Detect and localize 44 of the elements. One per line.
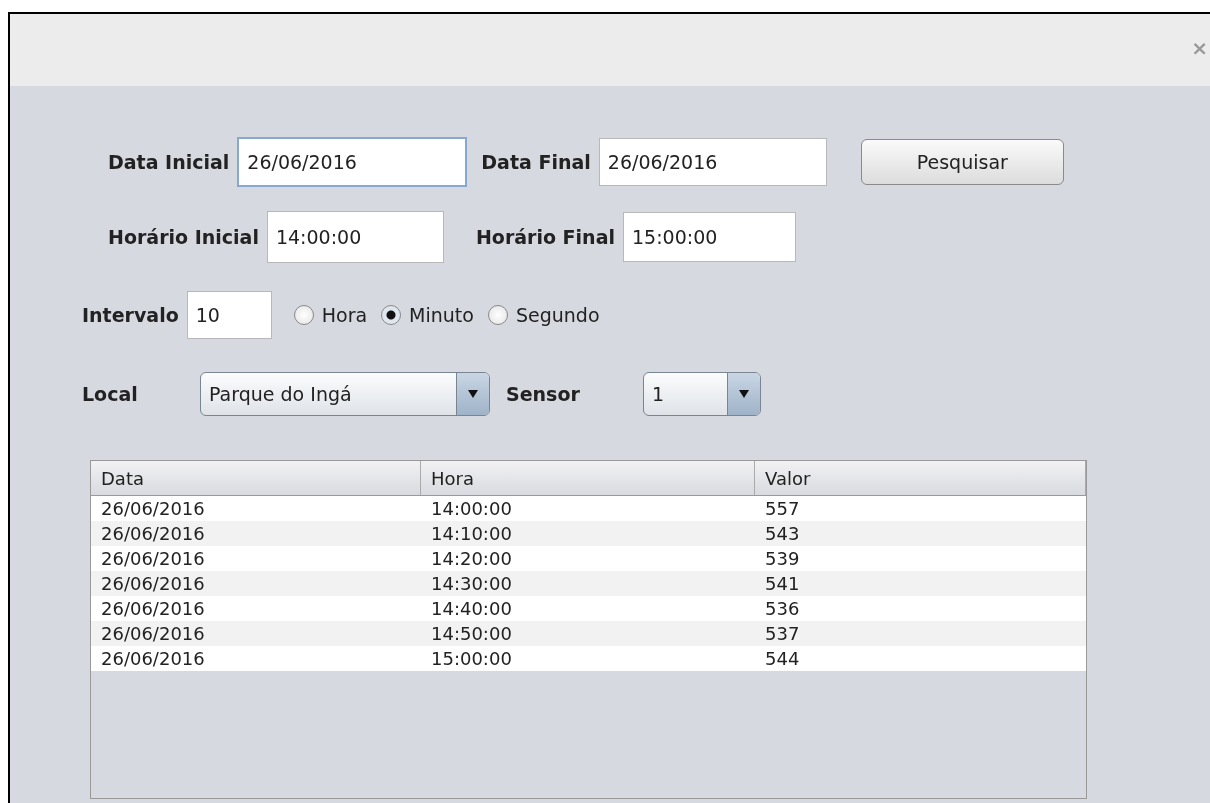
table-cell-text: 26/06/2016 (100, 597, 206, 621)
date-field[interactable]: 26/06/2016 (237, 137, 468, 187)
date-field[interactable]: 26/06/2016 (598, 138, 827, 186)
field-label: Data Final (481, 151, 591, 173)
table-cell-text: 536 (764, 597, 801, 621)
column-header[interactable]: Data (91, 461, 421, 495)
field-label: Horário Final (475, 226, 615, 248)
table-cell-text: 26/06/2016 (100, 572, 206, 596)
table-cell-text: 14:30:00 (430, 572, 513, 596)
table-cell-text: 26/06/2016 (100, 647, 206, 671)
table-cell-text: 26/06/2016 (100, 497, 206, 521)
field-label: Local (82, 383, 139, 405)
interval-field[interactable]: 10 (186, 291, 272, 339)
radio-button[interactable]: Hora (293, 304, 368, 326)
table-cell-text: 14:10:00 (430, 522, 513, 546)
table-cell-text: 26/06/2016 (100, 547, 206, 571)
search-button[interactable]: Pesquisar (860, 139, 1064, 185)
sensor-dropdown[interactable]: 1 (643, 372, 761, 416)
table-cell-text: 537 (764, 622, 801, 646)
field-label: Horário Inicial (108, 226, 259, 248)
table-cell-text: 543 (764, 522, 801, 546)
table-cell-text: 541 (764, 572, 801, 596)
table-cell-text: 14:50:00 (430, 622, 513, 646)
table-cell-text: 15:00:00 (430, 647, 513, 671)
caret-icon (468, 390, 478, 398)
table-cell-text: 539 (764, 547, 801, 571)
time-field[interactable]: 14:00:00 (266, 211, 444, 263)
table-cell-text: 14:40:00 (430, 597, 513, 621)
column-header[interactable]: Hora (421, 461, 755, 495)
time-field[interactable]: 15:00:00 (623, 212, 796, 262)
radio-button[interactable]: Segundo (487, 304, 600, 326)
field-label: Sensor (506, 383, 581, 405)
table-cell-text: 14:20:00 (430, 547, 513, 571)
radio-button[interactable]: Minuto (381, 304, 474, 326)
field-label: Data Inicial (108, 151, 230, 173)
caret-icon (739, 390, 749, 398)
location-dropdown[interactable]: Parque do Ingá (200, 372, 490, 416)
table-cell-text: 26/06/2016 (100, 622, 206, 646)
table-cell-text: 14:00:00 (430, 497, 513, 521)
table-cell-text: 557 (764, 497, 801, 521)
table-cell-text: 544 (764, 647, 801, 671)
column-header[interactable]: Valor (755, 461, 1086, 495)
table-cell-text: 26/06/2016 (100, 522, 206, 546)
field-label: Intervalo (82, 304, 179, 326)
